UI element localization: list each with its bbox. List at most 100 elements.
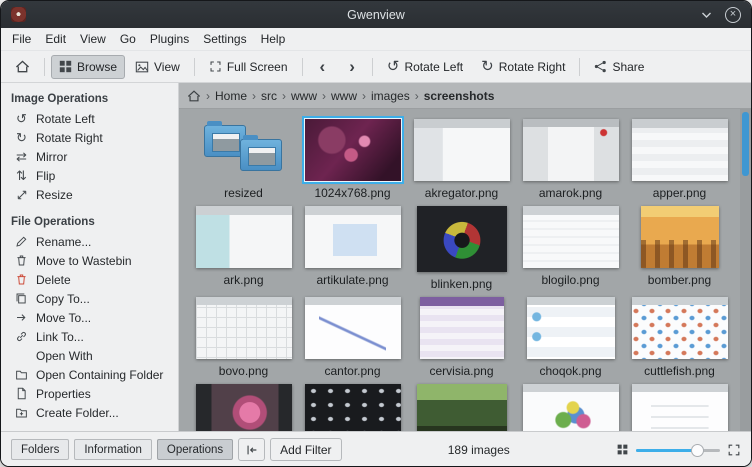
sidebar-item-move-to[interactable]: Move To... <box>1 308 178 327</box>
thumbnail-label: akregator.png <box>425 186 498 200</box>
full-screen-button[interactable]: Full Screen <box>201 55 296 79</box>
sidebar-item-label: Resize <box>36 188 73 202</box>
rotate-right-button[interactable]: ↻ Rotate Right <box>473 55 573 79</box>
menu-settings[interactable]: Settings <box>196 28 253 50</box>
menu-help[interactable]: Help <box>254 28 293 50</box>
sidebar-item-copy-to[interactable]: Copy To... <box>1 289 178 308</box>
view-label: View <box>154 60 180 74</box>
sidebar-item-delete[interactable]: Delete <box>1 270 178 289</box>
sidebar-item-open-with[interactable]: Open With <box>1 346 178 365</box>
home-icon[interactable] <box>187 89 201 103</box>
thumbnail-row4-2[interactable] <box>298 384 407 431</box>
back-icon: ‹ <box>317 58 329 75</box>
menu-go[interactable]: Go <box>113 28 143 50</box>
tab-information[interactable]: Information <box>74 439 152 460</box>
thumbnail-image <box>632 119 728 181</box>
thumbnail-bovo[interactable]: bovo.png <box>189 297 298 378</box>
browse-button[interactable]: Browse <box>51 55 125 79</box>
thumbnail-row4-3[interactable] <box>407 384 516 431</box>
sidebar-item-resize[interactable]: Resize <box>1 185 178 204</box>
full-screen-label: Full Screen <box>227 60 288 74</box>
view-image-icon <box>135 60 149 74</box>
forward-button[interactable]: › <box>338 55 366 79</box>
sidebar-item-label: Delete <box>36 273 71 287</box>
rotate-left-icon: ↺ <box>14 111 29 126</box>
add-filter-button[interactable]: Add Filter <box>270 438 341 461</box>
thumbnail-cervisia[interactable]: cervisia.png <box>407 297 516 378</box>
browse-grid-icon <box>59 60 72 73</box>
minimize-button[interactable] <box>701 11 712 19</box>
close-button[interactable]: × <box>725 7 741 23</box>
thumbnail-apper[interactable]: apper.png <box>625 119 734 200</box>
zoom-slider[interactable] <box>636 441 720 459</box>
scrollbar-handle[interactable] <box>742 112 749 176</box>
rotate-left-label: Rotate Left <box>404 60 463 74</box>
thumbnail-row4-5[interactable] <box>625 384 734 431</box>
breadcrumb-images[interactable]: images <box>371 89 410 103</box>
menu-file[interactable]: File <box>5 28 38 50</box>
sidebar-item-move-to-wastebin[interactable]: Move to Wastebin <box>1 251 178 270</box>
thumbnail-label: blinken.png <box>431 277 492 291</box>
vertical-scrollbar[interactable] <box>740 109 751 431</box>
thumbnail-bomber[interactable]: bomber.png <box>625 206 734 291</box>
view-button[interactable]: View <box>127 55 188 79</box>
thumbnail-cuttlefish[interactable]: cuttlefish.png <box>625 297 734 378</box>
thumbnail-image <box>420 297 504 359</box>
home-button[interactable] <box>7 55 38 79</box>
sidebar-item-rotate-right[interactable]: ↻ Rotate Right <box>1 128 178 147</box>
sidebar-item-rename[interactable]: Rename... <box>1 232 178 251</box>
thumbnail-label: 1024x768.png <box>314 186 390 200</box>
thumbnail-choqok[interactable]: choqok.png <box>516 297 625 378</box>
thumbnail-bar-toggle-button[interactable] <box>238 438 265 461</box>
thumbnail-image <box>527 297 615 359</box>
thumbnail-artikulate[interactable]: artikulate.png <box>298 206 407 291</box>
thumbnail-row4-4[interactable] <box>516 384 625 431</box>
sidebar-item-label: Open With <box>36 349 93 363</box>
browse-view: › Home › src › www › www › images › scre… <box>179 83 751 431</box>
thumbnail-akregator[interactable]: akregator.png <box>407 119 516 200</box>
thumbnail-label: artikulate.png <box>316 273 388 287</box>
thumbnail-amarok[interactable]: amarok.png <box>516 119 625 200</box>
thumbnail-blinken[interactable]: blinken.png <box>407 206 516 291</box>
zoom-full-icon[interactable] <box>727 443 741 457</box>
sidebar-item-link-to[interactable]: Link To... <box>1 327 178 346</box>
sidebar-item-create-folder[interactable]: Create Folder... <box>1 403 178 422</box>
rotate-right-icon: ↻ <box>14 130 29 145</box>
breadcrumb-www[interactable]: www <box>291 89 317 103</box>
breadcrumb-home[interactable]: Home <box>215 89 247 103</box>
titlebar[interactable]: Gwenview × <box>1 1 751 28</box>
thumbnail-label: amarok.png <box>539 186 602 200</box>
tab-folders[interactable]: Folders <box>11 439 69 460</box>
share-button[interactable]: Share <box>586 55 652 79</box>
thumbnail-bar-icon <box>245 443 259 457</box>
menu-edit[interactable]: Edit <box>38 28 73 50</box>
thumbnail-ark[interactable]: ark.png <box>189 206 298 291</box>
breadcrumb-screenshots[interactable]: screenshots <box>424 89 495 103</box>
breadcrumb-www2[interactable]: www <box>331 89 357 103</box>
zoom-fit-icon[interactable] <box>616 443 629 456</box>
thumbnail-label: blogilo.png <box>541 273 599 287</box>
tab-operations[interactable]: Operations <box>157 439 233 460</box>
sidebar-item-rotate-left[interactable]: ↺ Rotate Left <box>1 109 178 128</box>
thumbnail-blogilo[interactable]: blogilo.png <box>516 206 625 291</box>
thumbnail-1024x768[interactable]: 1024x768.png <box>298 119 407 200</box>
slider-fill <box>636 449 695 452</box>
thumbnail-image <box>196 206 292 268</box>
thumbnail-cantor[interactable]: cantor.png <box>298 297 407 378</box>
sidebar-item-label: Rotate Right <box>36 131 103 145</box>
sidebar-item-mirror[interactable]: ⇄ Mirror <box>1 147 178 166</box>
menu-view[interactable]: View <box>73 28 113 50</box>
menu-plugins[interactable]: Plugins <box>143 28 196 50</box>
breadcrumb: › Home › src › www › www › images › scre… <box>179 83 751 109</box>
breadcrumb-src[interactable]: src <box>261 89 277 103</box>
crumb-separator: › <box>282 89 286 103</box>
thumbnail-resized[interactable]: resized <box>189 119 298 200</box>
sidebar-item-properties[interactable]: Properties <box>1 384 178 403</box>
back-button[interactable]: ‹ <box>309 55 337 79</box>
slider-handle[interactable] <box>691 444 704 457</box>
rotate-left-button[interactable]: ↺ Rotate Left <box>379 55 471 79</box>
sidebar-item-flip[interactable]: ⇅ Flip <box>1 166 178 185</box>
thumbnail-row4-1[interactable] <box>189 384 298 431</box>
sidebar-item-open-containing-folder[interactable]: Open Containing Folder <box>1 365 178 384</box>
thumbnail-label: ark.png <box>223 273 263 287</box>
